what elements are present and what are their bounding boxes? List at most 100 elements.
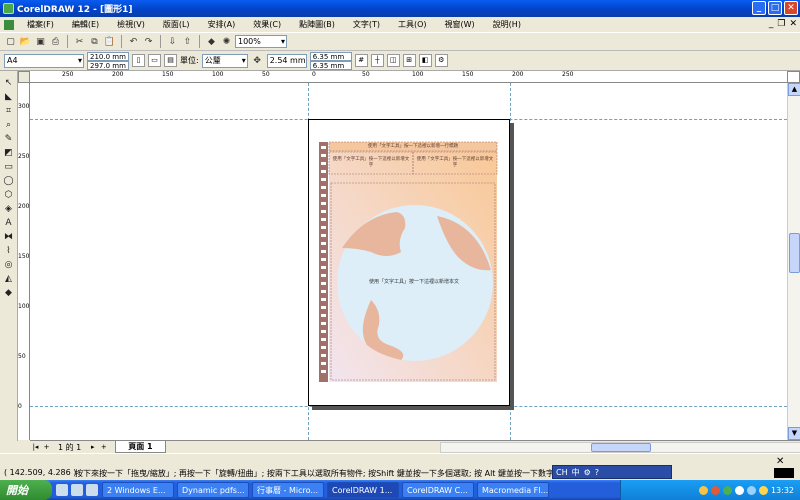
horizontal-scroll-thumb[interactable] — [591, 443, 651, 452]
smart-fill-tool-icon[interactable]: ◩ — [3, 147, 15, 159]
ime-toolbar[interactable]: CH 中 ⚙ ? — [552, 465, 672, 479]
duplicate-x-field[interactable]: 6.35 mm — [309, 51, 352, 61]
outlook-icon[interactable] — [86, 484, 98, 496]
rectangle-tool-icon[interactable]: ▭ — [3, 161, 15, 173]
horizontal-scrollbar[interactable] — [440, 442, 800, 453]
page-width-field[interactable]: 210.0 mm — [87, 51, 129, 61]
doc-close-button[interactable]: ✕ — [789, 19, 797, 29]
page-layout-icon[interactable]: ▤ — [164, 54, 177, 67]
tray-icon[interactable] — [746, 485, 756, 495]
export-icon[interactable]: ⇧ — [181, 35, 194, 48]
copy-icon[interactable]: ⧉ — [88, 35, 101, 48]
vertical-scroll-thumb[interactable] — [789, 233, 800, 273]
ime-mode[interactable]: 中 — [572, 467, 580, 478]
first-page-icon[interactable]: |◂ — [30, 442, 41, 453]
taskbar-calendar[interactable]: 行事曆 - Micro... — [252, 482, 324, 498]
import-icon[interactable]: ⇩ — [166, 35, 179, 48]
vertical-ruler[interactable]: 300 250 200 150 100 50 0 — [18, 83, 30, 440]
scroll-down-arrow-icon[interactable]: ▼ — [788, 427, 800, 440]
zoom-tool-icon[interactable]: ⌕ — [3, 119, 15, 131]
page-height-field[interactable]: 297.0 mm — [87, 60, 129, 70]
add-page-after-icon[interactable]: + — [98, 442, 109, 453]
menu-layout[interactable]: 版面(L) — [154, 19, 199, 30]
right-text-placeholder[interactable]: 使用「文字工具」按一下這裡以新增文字 — [415, 157, 495, 169]
app-launcher-icon[interactable]: ◆ — [205, 35, 218, 48]
body-text-placeholder[interactable]: 使用「文字工具」按一下這裡以新增本文 — [339, 278, 489, 285]
outline-tool-icon[interactable]: ◎ — [3, 259, 15, 271]
text-tool-icon[interactable]: A — [3, 217, 15, 229]
menu-file[interactable]: 檔案(F) — [18, 19, 63, 30]
options-icon[interactable]: ⚙ — [434, 54, 448, 67]
menu-text[interactable]: 文字(T) — [344, 19, 389, 30]
close-button[interactable]: ✕ — [784, 1, 798, 15]
show-desktop-icon[interactable] — [56, 484, 68, 496]
color-palette-scroll[interactable] — [787, 71, 800, 83]
menu-window[interactable]: 視窗(W) — [436, 19, 484, 30]
menu-help[interactable]: 說明(H) — [484, 19, 530, 30]
fill-color-swatch[interactable] — [774, 468, 794, 478]
ellipse-tool-icon[interactable]: ◯ — [3, 175, 15, 187]
taskbar-explorer[interactable]: 2 Windows E... — [102, 482, 174, 498]
duplicate-y-field[interactable]: 6.35 mm — [309, 60, 352, 70]
menu-effects[interactable]: 效果(C) — [244, 19, 290, 30]
new-icon[interactable]: ▢ — [4, 35, 17, 48]
redo-icon[interactable]: ↷ — [142, 35, 155, 48]
document-icon[interactable] — [4, 19, 14, 30]
start-button[interactable]: 開始 — [0, 480, 52, 500]
snap-grid-icon[interactable]: # — [354, 54, 368, 67]
nudge-distance-field[interactable]: 2.54 mm — [266, 53, 307, 68]
menu-bitmaps[interactable]: 點陣圖(B) — [290, 19, 344, 30]
title-placeholder[interactable]: 使用「文字工具」按一下這裡以新增一行標題 — [331, 143, 495, 149]
menu-edit[interactable]: 編輯(E) — [63, 19, 108, 30]
print-icon[interactable]: ⎙ — [49, 35, 62, 48]
treat-as-filled-icon[interactable]: ◧ — [418, 54, 432, 67]
minimize-button[interactable]: _ — [752, 1, 766, 15]
page-tab-1[interactable]: 頁面 1 — [115, 441, 166, 453]
document-page[interactable]: 使用「文字工具」按一下這裡以新增一行標題 使用「文字工具」按一下這裡以新增文字 … — [308, 119, 510, 406]
paste-icon[interactable]: 📋 — [103, 35, 116, 48]
tray-icon[interactable] — [722, 485, 732, 495]
ime-settings-icon[interactable]: ⚙ — [584, 468, 591, 477]
next-page-icon[interactable]: ▸ — [87, 442, 98, 453]
polygon-tool-icon[interactable]: ⬡ — [3, 189, 15, 201]
taskbar-dynamic-pdfs[interactable]: Dynamic pdfs... — [177, 482, 249, 498]
vertical-scrollbar[interactable]: ▲ ▼ — [787, 83, 800, 440]
crop-tool-icon[interactable]: ⌗ — [3, 105, 15, 117]
interactive-blend-tool-icon[interactable]: ⧓ — [3, 231, 15, 243]
snap-guidelines-icon[interactable]: ┼ — [370, 54, 384, 67]
ime-language[interactable]: CH — [556, 468, 568, 477]
tray-icon[interactable] — [734, 485, 744, 495]
tray-icon[interactable] — [758, 485, 768, 495]
undo-icon[interactable]: ↶ — [127, 35, 140, 48]
cut-icon[interactable]: ✂ — [73, 35, 86, 48]
portrait-icon[interactable]: ▯ — [132, 54, 145, 67]
fill-tool-icon[interactable]: ◭ — [3, 273, 15, 285]
freehand-tool-icon[interactable]: ✎ — [3, 133, 15, 145]
menu-arrange[interactable]: 安排(A) — [199, 19, 245, 30]
basic-shapes-tool-icon[interactable]: ◈ — [3, 203, 15, 215]
horizontal-ruler[interactable]: 250 200 150 100 50 0 50 100 150 200 250 — [18, 71, 800, 83]
scroll-up-arrow-icon[interactable]: ▲ — [788, 83, 800, 96]
taskbar-macromedia[interactable]: Macromedia Fl... — [477, 482, 549, 498]
drawing-canvas[interactable]: 使用「文字工具」按一下這裡以新增一行標題 使用「文字工具」按一下這裡以新增文字 … — [30, 83, 787, 440]
landscape-icon[interactable]: ▭ — [148, 54, 161, 67]
left-text-placeholder[interactable]: 使用「文字工具」按一下這裡以新增文字 — [331, 157, 411, 169]
open-icon[interactable]: 📂 — [19, 35, 32, 48]
add-page-icon[interactable]: + — [41, 442, 52, 453]
menu-tools[interactable]: 工具(O) — [389, 19, 436, 30]
save-icon[interactable]: ▣ — [34, 35, 47, 48]
maximize-button[interactable]: □ — [768, 1, 782, 15]
eyedropper-tool-icon[interactable]: ⌇ — [3, 245, 15, 257]
taskbar-coreldraw-2[interactable]: CorelDRAW C... — [402, 482, 474, 498]
internet-explorer-icon[interactable] — [71, 484, 83, 496]
ime-help-icon[interactable]: ? — [595, 468, 599, 477]
doc-minimize-button[interactable]: _ — [769, 19, 774, 29]
zoom-level-select[interactable]: 100% — [235, 35, 287, 48]
snap-objects-icon[interactable]: ◫ — [386, 54, 400, 67]
tray-icon[interactable] — [710, 485, 720, 495]
units-select[interactable]: 公釐 — [201, 53, 248, 68]
corel-online-icon[interactable]: ✺ — [220, 35, 233, 48]
taskbar-coreldraw[interactable]: CorelDRAW 1... — [327, 482, 399, 498]
paper-size-select[interactable]: A4 — [4, 53, 84, 68]
tray-icon[interactable] — [698, 485, 708, 495]
